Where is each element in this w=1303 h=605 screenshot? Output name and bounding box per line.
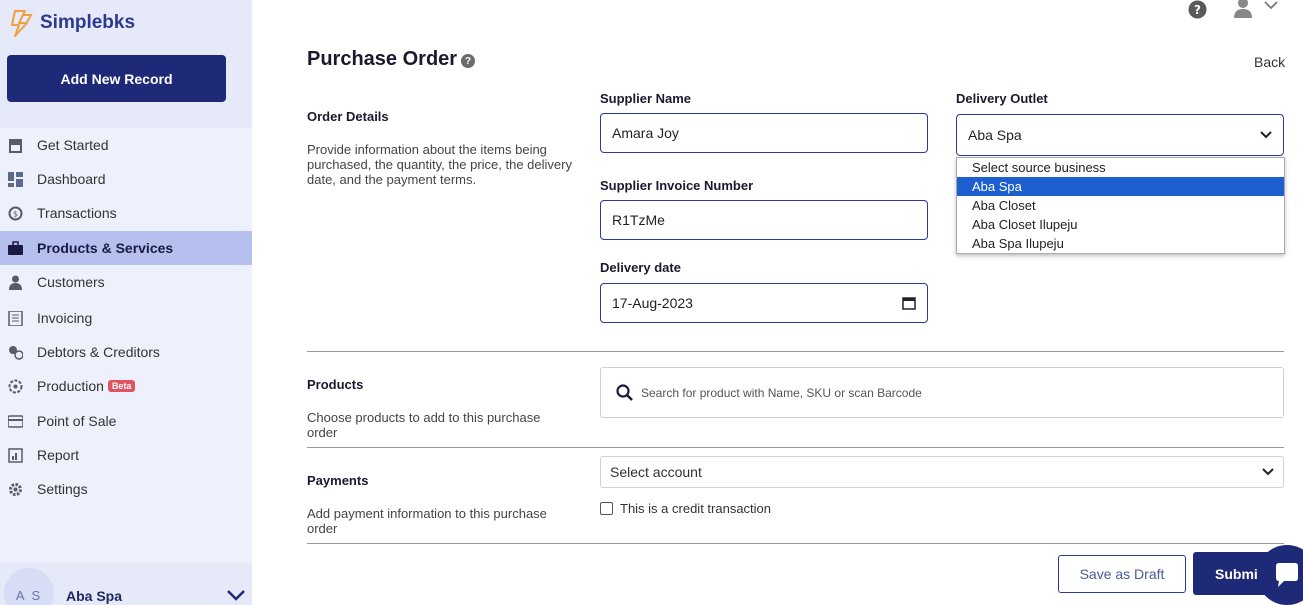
delivery-outlet-dropdown: Select source business Aba Spa Aba Close… <box>956 157 1285 254</box>
credit-label: This is a credit transaction <box>620 501 772 516</box>
sidebar-item-label: Point of Sale <box>37 413 117 429</box>
sidebar-item-products-services[interactable]: Products & Services <box>0 231 252 265</box>
account-select[interactable]: Select account <box>600 456 1284 488</box>
chevron-down-icon <box>1260 131 1272 139</box>
products-title: Products <box>307 377 364 392</box>
search-placeholder: Search for product with Name, SKU or sca… <box>641 385 922 400</box>
debtors-icon <box>8 345 23 360</box>
credit-transaction-option[interactable]: This is a credit transaction <box>600 501 771 516</box>
help-icon[interactable]: ? <box>1188 0 1207 19</box>
sidebar-item-invoicing[interactable]: Invoicing <box>0 301 252 335</box>
supplier-name-input[interactable]: Amara Joy <box>600 113 928 153</box>
sidebar: Simplebks Add New Record Get Started Das… <box>0 0 252 605</box>
sidebar-item-label: Debtors & Creditors <box>37 344 160 360</box>
chat-button[interactable] <box>1257 545 1303 605</box>
svg-text:?: ? <box>1194 3 1201 17</box>
sidebar-item-production[interactable]: Production Beta <box>0 369 252 403</box>
logo-icon <box>11 10 33 37</box>
page-title: Purchase Order ? <box>307 48 476 71</box>
chevron-down-icon[interactable] <box>226 588 246 602</box>
section-divider <box>307 351 1284 352</box>
supplier-name-label: Supplier Name <box>600 91 692 106</box>
order-details-title: Order Details <box>307 109 389 124</box>
sidebar-item-label: Dashboard <box>37 171 106 187</box>
dropdown-option[interactable]: Aba Closet Ilupeju <box>957 215 1284 234</box>
sidebar-item-get-started[interactable]: Get Started <box>0 128 252 162</box>
product-search-input[interactable]: Search for product with Name, SKU or sca… <box>600 367 1284 418</box>
person-icon <box>8 275 23 290</box>
sidebar-item-debtors-creditors[interactable]: Debtors & Creditors <box>0 335 252 369</box>
brand-logo[interactable]: Simplebks <box>10 8 135 38</box>
dropdown-option-selected[interactable]: Aba Spa <box>957 177 1284 196</box>
sidebar-item-label: Invoicing <box>37 310 93 326</box>
chevron-down-icon <box>1262 468 1274 476</box>
sidebar-item-label: Get Started <box>37 137 109 153</box>
credit-checkbox[interactable] <box>600 502 613 515</box>
invoice-icon <box>8 310 23 326</box>
sidebar-item-label: Settings <box>37 481 88 497</box>
section-divider <box>307 447 1284 448</box>
delivery-outlet-label: Delivery Outlet <box>956 91 1048 106</box>
add-new-record-button[interactable]: Add New Record <box>7 55 226 102</box>
dropdown-option[interactable]: Select source business <box>957 158 1284 177</box>
store-icon <box>8 138 23 153</box>
account-select-value: Select account <box>610 464 702 480</box>
user-card[interactable]: A S Aba Spa <box>0 563 252 605</box>
sidebar-item-label: Customers <box>37 274 105 290</box>
report-icon <box>8 447 23 463</box>
save-as-draft-button[interactable]: Save as Draft <box>1058 555 1186 593</box>
search-icon <box>616 384 633 401</box>
chat-icon <box>1276 563 1298 587</box>
gear-icon <box>8 482 23 497</box>
sidebar-item-label: Transactions <box>37 205 117 221</box>
dropdown-option[interactable]: Aba Spa Ilupeju <box>957 234 1284 253</box>
sidebar-item-customers[interactable]: Customers <box>0 265 252 299</box>
page-title-text: Purchase Order <box>307 48 458 70</box>
dropdown-option[interactable]: Aba Closet <box>957 196 1284 215</box>
delivery-date-input[interactable]: 17-Aug-2023 <box>600 283 928 323</box>
avatar: A S <box>4 568 54 605</box>
calendar-icon[interactable] <box>902 296 916 310</box>
beta-badge: Beta <box>107 380 136 392</box>
sidebar-item-report[interactable]: Report <box>0 438 252 472</box>
back-link[interactable]: Back <box>1254 54 1285 70</box>
user-name: Aba Spa <box>66 588 123 604</box>
invoice-number-label: Supplier Invoice Number <box>600 178 754 193</box>
sidebar-item-point-of-sale[interactable]: Point of Sale <box>0 404 252 438</box>
delivery-outlet-select[interactable]: Aba Spa <box>956 114 1284 156</box>
sidebar-item-label: Report <box>37 447 80 463</box>
payments-title: Payments <box>307 473 369 488</box>
production-icon <box>8 379 23 394</box>
chevron-down-icon[interactable] <box>1264 0 1278 10</box>
sidebar-item-label: Products & Services <box>37 240 174 256</box>
delivery-outlet-value: Aba Spa <box>968 127 1022 143</box>
sidebar-item-dashboard[interactable]: Dashboard <box>0 162 252 196</box>
invoice-number-input[interactable]: R1TzMe <box>600 200 928 240</box>
section-divider <box>307 543 1284 544</box>
order-details-description: Provide information about the items bein… <box>307 142 572 187</box>
svg-text:$: $ <box>13 209 18 218</box>
briefcase-icon <box>8 240 23 256</box>
card-icon <box>8 414 23 429</box>
user-profile-icon[interactable] <box>1232 0 1254 18</box>
sidebar-item-transactions[interactable]: $ Transactions <box>0 196 252 230</box>
sidebar-item-settings[interactable]: Settings <box>0 472 252 506</box>
transactions-icon: $ <box>8 206 23 221</box>
brand-name: Simplebks <box>40 12 136 33</box>
help-icon[interactable]: ? <box>461 54 476 68</box>
products-description: Choose products to add to this purchase … <box>307 410 541 440</box>
payments-description: Add payment information to this purchase… <box>307 506 547 536</box>
dashboard-icon <box>8 171 23 187</box>
sidebar-item-label: Production <box>37 378 104 394</box>
delivery-date-value: 17-Aug-2023 <box>612 295 693 311</box>
delivery-date-label: Delivery date <box>600 260 681 275</box>
